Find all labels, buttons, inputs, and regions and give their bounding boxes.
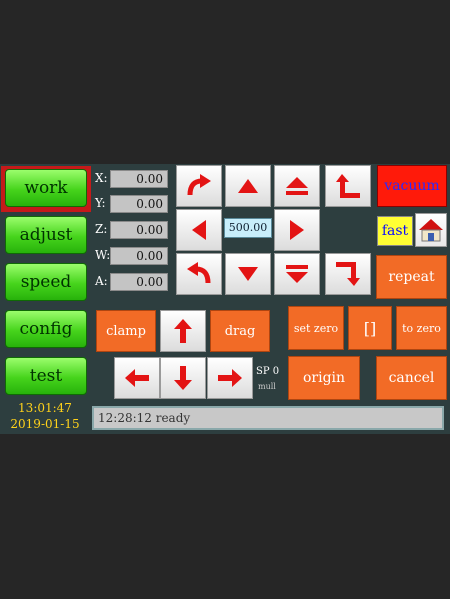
rotate-ccw-icon <box>187 262 211 284</box>
corner-down-button[interactable] <box>325 253 371 295</box>
axis-z-value: 0.00 <box>110 221 168 239</box>
axis-a-value: 0.00 <box>110 273 168 291</box>
axis-y-label: Y: <box>95 196 106 210</box>
triangle-up-icon <box>238 179 258 193</box>
axis-w-label: W: <box>95 248 111 262</box>
tab-config[interactable]: config <box>5 310 87 348</box>
arrow-up-icon <box>174 319 192 343</box>
clock-time: 13:01:47 <box>18 401 72 415</box>
axis-a-label: A: <box>95 274 108 288</box>
bracket-button[interactable]: [] <box>348 306 392 350</box>
mull-label: mull <box>258 382 276 391</box>
corner-up-button[interactable] <box>325 165 371 207</box>
arrow-down-button[interactable] <box>160 357 206 399</box>
jog-speed-field[interactable]: 500.00 <box>224 218 272 238</box>
drag-button[interactable]: drag <box>210 310 270 352</box>
arrow-right-icon <box>218 369 242 387</box>
home-button[interactable] <box>415 213 447 247</box>
axis-x-label: X: <box>95 171 108 185</box>
jog-y-plus-button[interactable] <box>225 165 271 207</box>
arrow-left-button[interactable] <box>114 357 160 399</box>
corner-down-left-icon <box>336 262 360 286</box>
repeat-button[interactable]: repeat <box>376 255 447 299</box>
axis-z-label: Z: <box>95 222 108 236</box>
set-zero-button[interactable]: set zero <box>288 306 344 350</box>
vacuum-button[interactable]: vacuum <box>377 165 447 207</box>
sp-indicator: SP 0 <box>256 366 280 377</box>
tab-work[interactable]: work <box>5 169 87 207</box>
corner-up-right-icon <box>336 174 360 198</box>
tab-adjust[interactable]: adjust <box>5 216 87 254</box>
rotate-ccw-button[interactable] <box>176 253 222 295</box>
status-bar: 12:28:12 ready <box>92 406 444 430</box>
arrow-left-icon <box>125 369 149 387</box>
triangle-down-icon <box>238 267 258 281</box>
clock-date: 2019-01-15 <box>10 417 80 431</box>
cancel-button[interactable]: cancel <box>376 356 447 400</box>
axis-x-value: 0.00 <box>110 170 168 188</box>
tab-test[interactable]: test <box>5 357 87 395</box>
jog-x-minus-button[interactable] <box>176 209 222 251</box>
to-zero-button[interactable]: to zero <box>396 306 447 350</box>
eject-down-icon <box>286 265 308 283</box>
rotate-cw-icon <box>187 174 211 196</box>
axis-w-value: 0.00 <box>110 247 168 265</box>
arrow-up-button[interactable] <box>160 310 206 352</box>
arrow-down-icon <box>174 366 192 390</box>
arrow-right-button[interactable] <box>207 357 253 399</box>
jog-x-plus-button[interactable] <box>274 209 320 251</box>
triangle-right-icon <box>290 220 304 240</box>
home-icon <box>419 219 443 242</box>
triangle-left-icon <box>192 220 206 240</box>
clamp-button[interactable]: clamp <box>96 310 156 352</box>
tab-speed[interactable]: speed <box>5 263 87 301</box>
jog-y-minus-button[interactable] <box>225 253 271 295</box>
rotate-cw-button[interactable] <box>176 165 222 207</box>
fast-button[interactable]: fast <box>377 216 413 246</box>
jog-z-down-button[interactable] <box>274 253 320 295</box>
jog-z-up-button[interactable] <box>274 165 320 207</box>
axis-y-value: 0.00 <box>110 195 168 213</box>
origin-button[interactable]: origin <box>288 356 360 400</box>
eject-up-icon <box>286 177 308 195</box>
